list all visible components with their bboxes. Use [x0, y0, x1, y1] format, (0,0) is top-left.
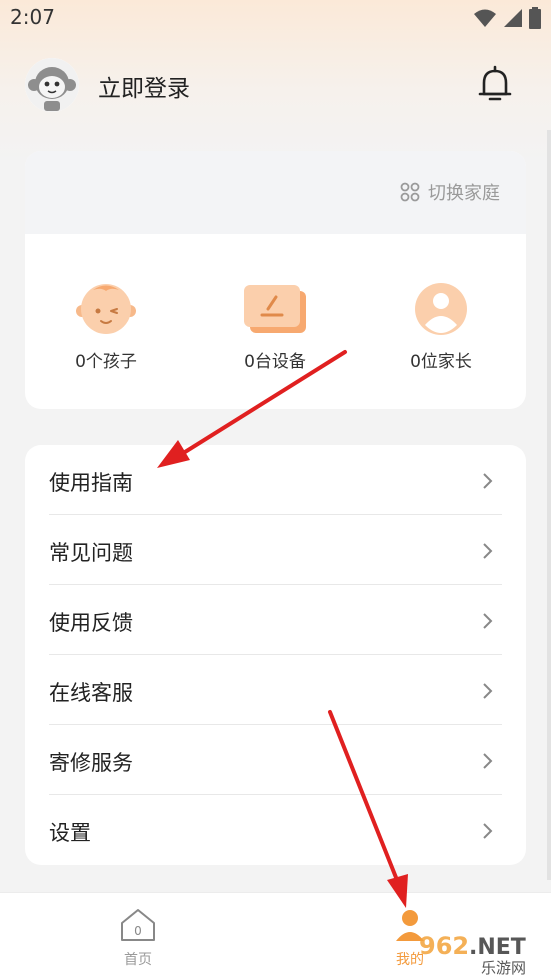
watermark-sub: 乐游网: [481, 959, 526, 976]
watermark-suffix: .NET: [469, 935, 526, 960]
parent-person-icon: [415, 283, 467, 335]
chevron-right-icon: [483, 683, 493, 699]
scrollbar[interactable]: [547, 130, 551, 880]
switch-family-label: 切换家庭: [428, 183, 500, 204]
stat-devices[interactable]: 0台设备: [205, 281, 345, 372]
header: 立即登录: [0, 54, 551, 118]
battery-icon: [529, 7, 541, 29]
family-card: 切换家庭 0个孩子 0台设备 0位家长: [25, 151, 526, 409]
notification-bell-icon[interactable]: [475, 64, 515, 104]
menu-item-label: 使用反馈: [49, 611, 133, 635]
chevron-right-icon: [483, 473, 493, 489]
stat-parents[interactable]: 0位家长: [371, 281, 511, 372]
menu-item-repair-service[interactable]: 寄修服务: [49, 725, 502, 795]
chevron-right-icon: [483, 753, 493, 769]
stat-devices-label: 0台设备: [244, 352, 306, 372]
monkey-avatar-icon: [25, 58, 79, 112]
home-icon-digit: 0: [134, 924, 142, 938]
menu-item-feedback[interactable]: 使用反馈: [49, 585, 502, 655]
chevron-right-icon: [483, 823, 493, 839]
switch-family-icon: [400, 182, 420, 202]
menu-item-label: 设置: [49, 821, 91, 845]
menu-item-user-guide[interactable]: 使用指南: [49, 445, 502, 515]
menu-item-settings[interactable]: 设置: [49, 795, 502, 865]
nav-home-label: 首页: [124, 952, 152, 968]
chevron-right-icon: [483, 543, 493, 559]
watermark-number: 962: [419, 932, 469, 960]
menu-item-label: 使用指南: [49, 471, 133, 495]
menu-card: 使用指南 常见问题 使用反馈 在线客服 寄修服务 设置: [25, 445, 526, 865]
menu-item-label: 在线客服: [49, 681, 133, 705]
signal-icon: [504, 9, 522, 27]
home-icon: 0: [121, 909, 155, 941]
site-watermark: 962 .NET 乐游网: [415, 930, 545, 977]
chevron-right-icon: [483, 613, 493, 629]
wifi-icon: [474, 9, 496, 27]
menu-item-label: 寄修服务: [49, 751, 133, 775]
switch-family-button[interactable]: 切换家庭: [400, 179, 500, 205]
device-tablet-icon: [244, 285, 306, 333]
nav-home-tab[interactable]: 0 首页: [108, 907, 168, 969]
stat-parents-label: 0位家长: [410, 352, 472, 372]
status-bar: 2:07: [0, 0, 551, 36]
menu-item-faq[interactable]: 常见问题: [49, 515, 502, 585]
avatar[interactable]: [25, 58, 79, 112]
child-face-icon: [76, 284, 136, 334]
menu-item-online-service[interactable]: 在线客服: [49, 655, 502, 725]
menu-item-label: 常见问题: [49, 541, 133, 565]
stat-children[interactable]: 0个孩子: [36, 281, 176, 372]
login-link[interactable]: 立即登录: [98, 69, 190, 103]
stat-children-label: 0个孩子: [75, 352, 137, 372]
family-card-header: 切换家庭: [25, 151, 526, 234]
status-icons: [473, 7, 541, 29]
status-time: 2:07: [10, 5, 55, 29]
